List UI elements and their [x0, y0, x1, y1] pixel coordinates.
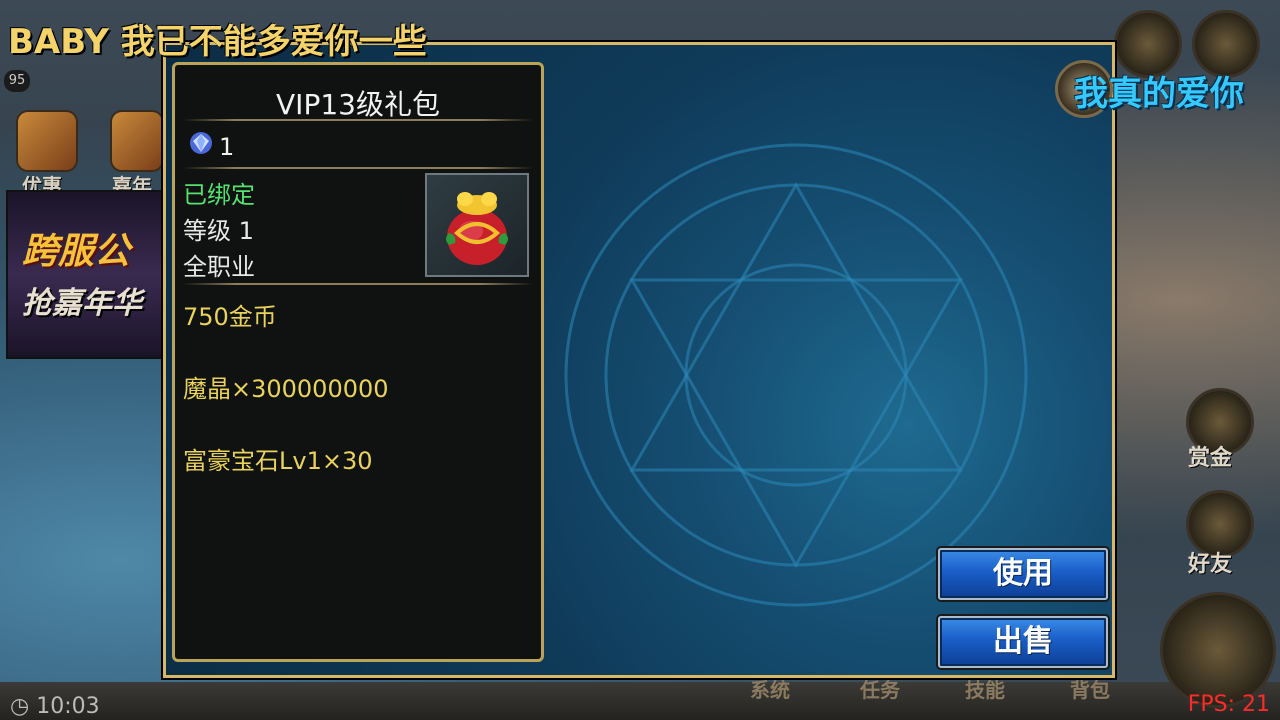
level-requirement: 等级 1	[183, 217, 254, 245]
carnival-gift-icon[interactable]	[112, 112, 162, 170]
event-banner[interactable]	[6, 190, 165, 359]
class-requirement: 全职业	[183, 253, 255, 281]
menu-bag[interactable]: 背包	[1070, 674, 1110, 703]
menu-system[interactable]: 系统	[750, 674, 790, 703]
divider	[183, 119, 533, 121]
red-gift-bag-icon	[446, 192, 508, 265]
attack-joystick-icon[interactable]	[1160, 592, 1276, 708]
friends-label: 好友	[1188, 552, 1233, 577]
player-level-badge: 95	[4, 70, 30, 92]
divider	[183, 167, 533, 169]
reward-magic-crystal: 魔晶×300000000	[183, 375, 389, 403]
event-banner-subtitle: 抢嘉年华	[22, 286, 142, 321]
fps-counter: FPS: 21	[1187, 692, 1270, 717]
clock-icon: ◷	[10, 694, 30, 719]
bounty-label: 赏金	[1188, 446, 1233, 471]
bound-status: 已绑定	[183, 181, 255, 209]
item-title: VIP13级礼包	[276, 88, 440, 121]
event-banner-title: 跨服公	[22, 231, 131, 272]
reward-gold: 750金币	[183, 303, 277, 331]
use-button[interactable]: 使用	[938, 548, 1108, 600]
clock-readout: ◷ 10:03	[10, 694, 100, 719]
blue-diamond-icon	[190, 132, 212, 154]
divider	[183, 283, 533, 285]
menu-skill[interactable]: 技能	[965, 674, 1005, 703]
menu-quest[interactable]: 任务	[860, 674, 900, 703]
item-tooltip: VIP13级礼包 1 已绑定 等级 1 全职业 750金币 魔晶×3000000…	[172, 62, 544, 662]
sell-button[interactable]: 出售	[938, 616, 1108, 668]
lyric-subtitle-right: 我真的爱你	[1074, 74, 1244, 114]
discount-gift-icon[interactable]	[18, 112, 76, 170]
item-icon-frame	[425, 173, 529, 277]
gem-count: 1	[219, 133, 235, 161]
clock-time: 10:03	[36, 694, 100, 719]
lyric-subtitle-left: BABY 我已不能多爱你一些	[8, 22, 427, 62]
reward-gem: 富豪宝石Lv1×30	[183, 447, 373, 475]
